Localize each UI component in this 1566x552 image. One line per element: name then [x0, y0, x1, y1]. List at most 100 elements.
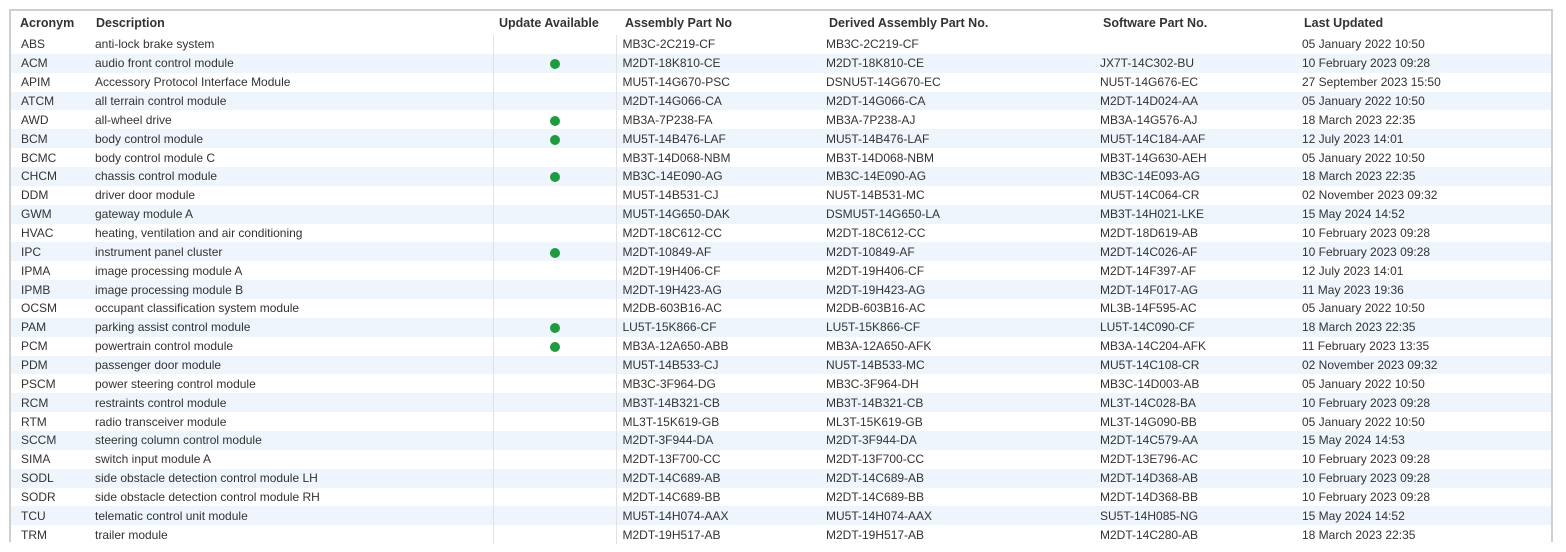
cell-last-updated: 05 January 2022 10:50 [1295, 91, 1551, 111]
cell-acronym: BCMC [11, 148, 87, 168]
cell-software-part-no: MU5T-14C184-AAF [1094, 129, 1295, 149]
cell-update-available [492, 317, 617, 337]
cell-assembly-part-no: ML3T-15K619-GB [616, 412, 820, 432]
table-row[interactable]: SIMA switch input module A M2DT-13F700-CC M… [11, 449, 1551, 469]
cell-acronym: RCM [11, 393, 87, 413]
header-assembly-part-no[interactable]: Assembly Part No [616, 11, 820, 35]
table-row[interactable]: IPMB image processing module B M2DT-19H423… [11, 280, 1551, 300]
cell-derived-assembly-part-no: ML3T-15K619-GB [820, 412, 1094, 432]
table-row[interactable]: IPMA image processing module A M2DT-19H406… [11, 261, 1551, 281]
table-row[interactable]: RCM restraints control module MB3T-14B321-… [11, 393, 1551, 413]
cell-update-available [492, 261, 617, 281]
table-row[interactable]: ABS anti-lock brake system MB3C-2C219-CF MB… [11, 35, 1551, 54]
cell-last-updated: 12 July 2023 14:01 [1295, 129, 1551, 149]
cell-description: body control module [87, 129, 493, 149]
table-row[interactable]: OCSM occupant classification system modul… [11, 299, 1551, 318]
cell-acronym: DDM [11, 185, 87, 205]
table-row[interactable]: PSCM power steering control module MB3C-3F… [11, 374, 1551, 394]
cell-software-part-no: ML3T-14G090-BB [1094, 412, 1295, 432]
header-acronym[interactable]: Acronym [11, 11, 87, 35]
table-row[interactable]: SODR side obstacle detection control modu… [11, 487, 1551, 507]
cell-derived-assembly-part-no: MB3T-14D068-NBM [820, 148, 1094, 168]
cell-update-available [492, 185, 617, 205]
cell-description: restraints control module [87, 393, 493, 413]
cell-assembly-part-no: MU5T-14B476-LAF [616, 129, 820, 149]
table-row[interactable]: TCU telematic control unit module MU5T-14H… [11, 506, 1551, 526]
cell-last-updated: 10 February 2023 09:28 [1295, 393, 1551, 413]
cell-update-available [492, 449, 617, 469]
cell-acronym: SIMA [11, 449, 87, 469]
cell-update-available [492, 336, 617, 356]
cell-last-updated: 18 March 2023 22:35 [1295, 110, 1551, 130]
cell-derived-assembly-part-no: M2DT-13F700-CC [820, 449, 1094, 469]
cell-assembly-part-no: M2DB-603B16-AC [616, 299, 820, 318]
table-row[interactable]: TRM trailer module M2DT-19H517-AB M2DT-19H5… [11, 525, 1551, 545]
cell-software-part-no: M2DT-13E796-AC [1094, 449, 1295, 469]
table-row[interactable]: DDM driver door module MU5T-14B531-CJ NU5T-… [11, 185, 1551, 205]
table-row[interactable]: AWD all-wheel drive MB3A-7P238-FA MB3A-7P23… [11, 110, 1551, 130]
cell-update-available [492, 223, 617, 243]
cell-update-available [492, 393, 617, 413]
cell-software-part-no: JX7T-14C302-BU [1094, 53, 1295, 73]
header-software-part-no[interactable]: Software Part No. [1094, 11, 1295, 35]
header-update-available[interactable]: Update Available [493, 11, 616, 35]
cell-last-updated: 10 February 2023 09:28 [1295, 242, 1551, 262]
table-header: Acronym Description Update Available Ass… [11, 11, 1551, 35]
table-row[interactable]: PCM powertrain control module MB3A-12A650-… [11, 336, 1551, 356]
header-description[interactable]: Description [87, 11, 493, 35]
cell-update-available [492, 431, 617, 450]
cell-update-available [492, 204, 617, 224]
table-row[interactable]: CHCM chassis control module MB3C-14E090-AG… [11, 167, 1551, 186]
cell-assembly-part-no: M2DT-19H423-AG [616, 280, 820, 300]
cell-software-part-no: M2DT-14F397-AF [1094, 261, 1295, 281]
table-row[interactable]: BCM body control module MU5T-14B476-LAF MU5… [11, 129, 1551, 149]
cell-software-part-no: MB3C-14E093-AG [1094, 167, 1295, 186]
table-row[interactable]: ACM audio front control module M2DT-18K810… [11, 53, 1551, 73]
cell-software-part-no: MB3A-14G576-AJ [1094, 110, 1295, 130]
cell-acronym: GWM [11, 204, 87, 224]
table-row[interactable]: RTM radio transceiver module ML3T-15K619-G… [11, 412, 1551, 432]
cell-software-part-no: MU5T-14C064-CR [1094, 185, 1295, 205]
update-available-dot-icon [549, 59, 560, 70]
cell-description: side obstacle detection control module L… [87, 468, 493, 488]
table-row[interactable]: PDM passenger door module MU5T-14B533-CJ NU… [11, 355, 1551, 375]
table-row[interactable]: SODL side obstacle detection control modu… [11, 468, 1551, 488]
cell-update-available [492, 129, 617, 149]
table-row[interactable]: PAM parking assist control module LU5T-15K… [11, 317, 1551, 337]
table-row[interactable]: APIM Accessory Protocol Interface Module M… [11, 72, 1551, 92]
cell-description: powertrain control module [87, 336, 493, 356]
cell-software-part-no [1094, 35, 1295, 54]
cell-derived-assembly-part-no: M2DT-10849-AF [820, 242, 1094, 262]
cell-software-part-no: M2DT-18D619-AB [1094, 223, 1295, 243]
cell-assembly-part-no: MU5T-14H074-AAX [616, 506, 820, 526]
table-row[interactable]: SCCM steering column control module M2DT-3… [11, 431, 1551, 450]
cell-description: trailer module [87, 525, 493, 545]
cell-update-available [492, 72, 617, 92]
update-available-dot-icon [549, 172, 560, 183]
cell-description: parking assist control module [87, 317, 493, 337]
table-row[interactable]: ATCM all terrain control module M2DT-14G06… [11, 91, 1551, 111]
cell-last-updated: 10 February 2023 09:28 [1295, 53, 1551, 73]
cell-derived-assembly-part-no: MB3C-2C219-CF [820, 35, 1094, 54]
cell-update-available [492, 167, 617, 186]
header-derived-assembly-part-no[interactable]: Derived Assembly Part No. [820, 11, 1094, 35]
cell-description: side obstacle detection control module R… [87, 487, 493, 507]
cell-acronym: TCU [11, 506, 87, 526]
cell-acronym: ABS [11, 35, 87, 54]
cell-assembly-part-no: M2DT-14C689-AB [616, 468, 820, 488]
cell-last-updated: 05 January 2022 10:50 [1295, 35, 1551, 54]
table-row[interactable]: IPC instrument panel cluster M2DT-10849-AF… [11, 242, 1551, 262]
cell-acronym: OCSM [11, 299, 87, 318]
cell-derived-assembly-part-no: MB3T-14B321-CB [820, 393, 1094, 413]
cell-description: chassis control module [87, 167, 493, 186]
table-row[interactable]: BCMC body control module C MB3T-14D068-NBM… [11, 148, 1551, 168]
cell-last-updated: 10 February 2023 09:28 [1295, 487, 1551, 507]
cell-last-updated: 05 January 2022 10:50 [1295, 299, 1551, 318]
cell-assembly-part-no: MU5T-14G650-DAK [616, 204, 820, 224]
table-row[interactable]: HVAC heating, ventilation and air conditi… [11, 223, 1551, 243]
cell-software-part-no: M2DT-14C579-AA [1094, 431, 1295, 450]
cell-update-available [492, 242, 617, 262]
update-available-dot-icon [549, 115, 560, 126]
table-row[interactable]: GWM gateway module A MU5T-14G650-DAK DSMU5T… [11, 204, 1551, 224]
header-last-updated[interactable]: Last Updated [1295, 11, 1551, 35]
